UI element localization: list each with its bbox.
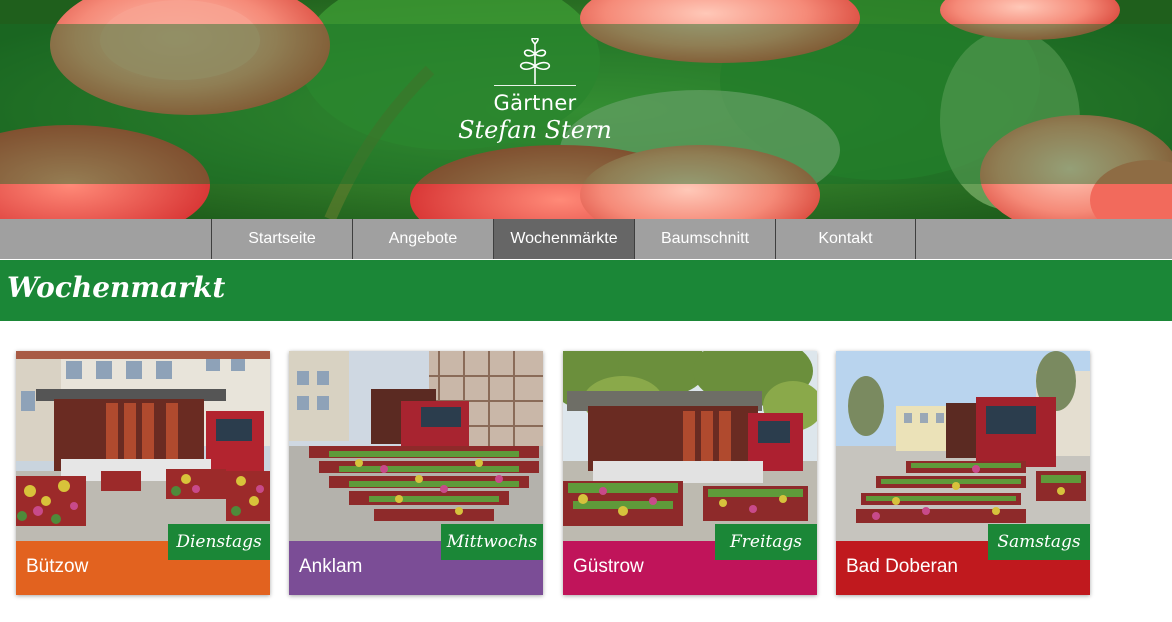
nav-item-angebote[interactable]: Angebote	[352, 219, 493, 259]
logo-title: Gärtner	[493, 91, 577, 115]
market-card-guestrow[interactable]: Güstrow Freitags	[563, 351, 817, 595]
market-town: Bad Doberan	[846, 556, 958, 577]
market-photo	[289, 351, 543, 541]
market-day-badge: Samstags	[988, 524, 1090, 560]
market-card-anklam[interactable]: Anklam Mittwochs	[289, 351, 543, 595]
site-logo[interactable]: Gärtner Stefan Stern	[455, 38, 615, 168]
market-card-buetzow[interactable]: Bützow Dienstags	[16, 351, 270, 595]
nav-item-startseite[interactable]: Startseite	[211, 219, 352, 259]
market-town: Güstrow	[573, 556, 644, 577]
logo-subtitle: Stefan Stern	[458, 116, 612, 144]
page-title-bar: Wochenmarkt	[0, 260, 1172, 321]
market-day-badge: Dienstags	[168, 524, 270, 560]
market-card-bad-doberan[interactable]: Bad Doberan Samstags	[836, 351, 1090, 595]
market-day-badge: Freitags	[715, 524, 817, 560]
market-photo	[563, 351, 817, 541]
main-navigation: Startseite Angebote Wochenmärkte Baumsch…	[0, 219, 1172, 259]
nav-item-baumschnitt[interactable]: Baumschnitt	[634, 219, 775, 259]
market-town: Anklam	[299, 556, 363, 577]
market-photo	[16, 351, 270, 541]
hero-banner: Gärtner Stefan Stern	[0, 0, 1172, 219]
market-day-badge: Mittwochs	[441, 524, 543, 560]
nav-item-kontakt[interactable]: Kontakt	[775, 219, 916, 259]
nav-item-wochenmaerkte[interactable]: Wochenmärkte	[493, 219, 634, 259]
plant-sprout-icon	[519, 38, 551, 84]
page-title: Wochenmarkt	[7, 271, 226, 304]
market-town: Bützow	[26, 556, 89, 577]
logo-divider	[494, 85, 576, 86]
market-photo	[836, 351, 1090, 541]
